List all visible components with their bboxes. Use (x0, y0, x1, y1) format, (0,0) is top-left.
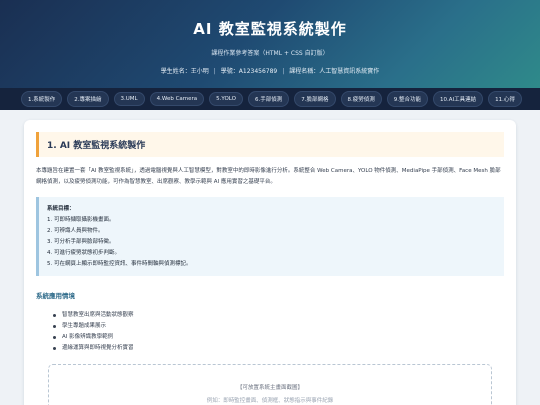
placeholder-text: 【可放置系統主畫面截圖】 (236, 385, 303, 391)
nav-item-ai-tools[interactable]: 10.AI工具連結 (433, 91, 484, 107)
goal-item: 2. 可辨識人員與物件。 (47, 228, 104, 234)
nav-item-fatigue[interactable]: 8.疲勞偵測 (340, 91, 382, 107)
main-content: 1. AI 教室監視系統製作 本專題旨在建置一套「AI 教室監視系統」，透過電腦… (0, 110, 540, 405)
list-item: 智慧教室出席與活動狀態觀察 (53, 310, 504, 321)
hero-header: AI 教室監視系統製作 課程作業參考答案（HTML + CSS 自訂版） 學生姓… (0, 0, 540, 88)
bullet-icon (53, 347, 56, 350)
usage-heading: 系統應用情境 (36, 292, 75, 300)
student-meta: 學生姓名：王小明 | 學號：A123456789 | 課程名稱：人工智慧資訊系統實作 (160, 68, 380, 75)
list-item: 邊緣運算與即時視覺分析實習 (53, 343, 504, 354)
student-id: 學號：A123456789 (220, 68, 278, 75)
nav-item-yolo[interactable]: 5.YOLO (209, 92, 244, 106)
screenshot-placeholder: 【可放置系統主畫面截圖】 例如：即時監控畫面、偵測框、狀態指示與事件紀錄 (48, 364, 492, 405)
section-nav: 1.系統製作 2.專案描繪 3.UML 4.Web Camera 5.YOLO … (0, 88, 540, 110)
nav-item-reflection[interactable]: 11.心得 (488, 91, 522, 107)
placeholder-subtext: 例如：即時監控畫面、偵測框、狀態指示與事件紀錄 (206, 398, 334, 404)
list-item: AI 影像辨識教學範例 (53, 332, 504, 343)
nav-item-webcam[interactable]: 4.Web Camera (149, 92, 205, 106)
section-card: 1. AI 教室監視系統製作 本專題旨在建置一套「AI 教室監視系統」，透過電腦… (24, 120, 516, 405)
bullet-icon (53, 336, 56, 339)
usage-list: 智慧教室出席與活動狀態觀察 學生專題成果展示 AI 影像辨識教學範例 邊緣運算與… (36, 310, 504, 354)
goal-item: 4. 可進行疲勞狀態初步判斷。 (47, 250, 120, 256)
section-intro: 本專題旨在建置一套「AI 教室監視系統」，透過電腦視覺與人工智慧模型，對教室中的… (36, 168, 501, 185)
goals-title: 系統目標： (47, 206, 75, 212)
goals-box: 系統目標： 1. 可即時擷取攝影機畫面。 2. 可辨識人員與物件。 3. 可分析… (36, 197, 504, 276)
goal-item: 1. 可即時擷取攝影機畫面。 (47, 217, 115, 223)
nav-item-integration[interactable]: 9.整合功能 (386, 91, 429, 107)
page-subtitle: 課程作業參考答案（HTML + CSS 自訂版） (211, 50, 329, 57)
goal-item: 5. 可在網頁上顯示即時監控資訊、事件時間軸與偵測標記。 (47, 261, 192, 267)
course-name: 課程名稱：人工智慧資訊系統實作 (289, 68, 380, 75)
list-item: 學生專題成果展示 (53, 321, 504, 332)
nav-item-project[interactable]: 2.專案描繪 (67, 91, 109, 107)
nav-item-system[interactable]: 1.系統製作 (21, 91, 63, 107)
page-title: AI 教室監視系統製作 (193, 20, 347, 38)
student-name: 學生姓名：王小明 (160, 68, 209, 75)
nav-item-hand[interactable]: 6.手部偵測 (248, 91, 290, 107)
goal-item: 3. 可分析手部與臉部特徵。 (47, 239, 115, 245)
bullet-icon (53, 314, 56, 317)
nav-item-uml[interactable]: 3.UML (113, 92, 145, 106)
bullet-icon (53, 325, 56, 328)
nav-item-facemesh[interactable]: 7.臉部網格 (294, 91, 336, 107)
section-title: 1. AI 教室監視系統製作 (36, 132, 504, 157)
